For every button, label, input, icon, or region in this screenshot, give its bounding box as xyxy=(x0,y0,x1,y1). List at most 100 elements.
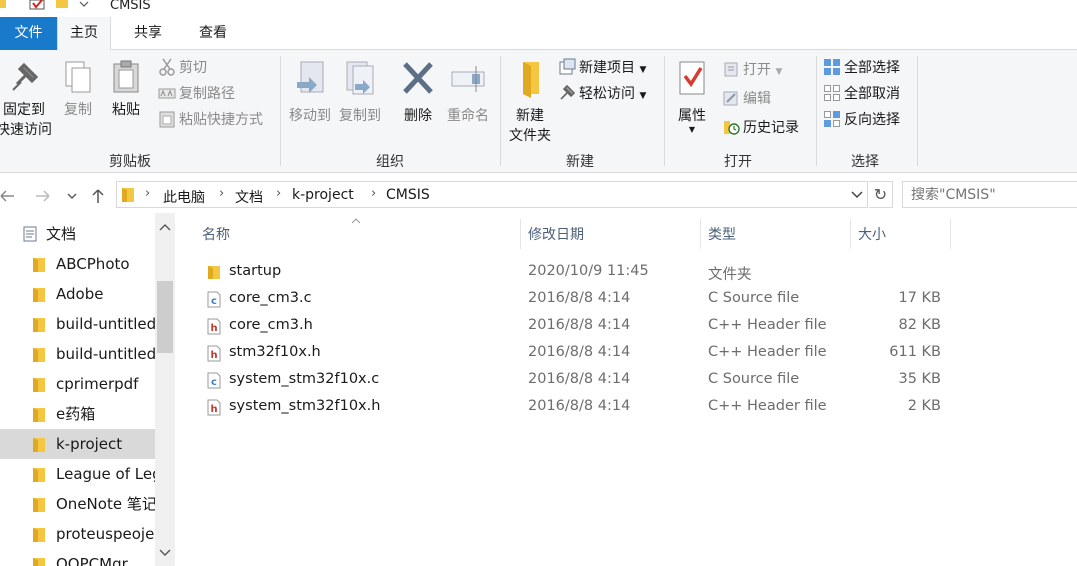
address-history-chevron-down-icon[interactable] xyxy=(851,191,863,199)
select-none-button[interactable]: 全部取消 xyxy=(823,83,900,105)
search-box[interactable] xyxy=(902,181,1077,208)
pin-to-quick-access-button[interactable]: 固定到 快速访问 xyxy=(0,60,54,140)
header-file-icon: h xyxy=(207,318,221,335)
easy-access-dropdown-icon: ▼ xyxy=(639,91,647,101)
rename-icon xyxy=(451,66,485,92)
nav-item-label: e药箱 xyxy=(56,405,96,423)
nav-folder-item[interactable]: build-untitled xyxy=(0,309,155,339)
move-to-button[interactable]: 移动到 xyxy=(286,60,334,126)
navigation-pane: 文档 ABCPhoto Adobe build-untitled build-unti… xyxy=(0,213,175,566)
file-name: core_cm3.c xyxy=(229,290,312,306)
nav-folder-item[interactable]: k-project xyxy=(0,429,155,459)
history-button[interactable]: 历史记录 xyxy=(722,117,799,139)
file-size: 35 KB xyxy=(898,371,941,387)
rename-button[interactable]: 重命名 xyxy=(444,60,492,126)
new-group-label: 新建 xyxy=(566,154,594,170)
file-date: 2020/10/9 11:45 xyxy=(528,263,649,279)
delete-button[interactable]: 删除 xyxy=(396,60,440,126)
breadcrumb-this-pc[interactable]: 此电脑 xyxy=(163,187,205,207)
file-row[interactable]: h system_stm32f10x.h 2016/8/8 4:14 C++ Head… xyxy=(203,394,963,421)
nav-item-label: k-project xyxy=(56,435,123,453)
column-header-size[interactable]: 大小 xyxy=(858,223,886,249)
new-item-button[interactable]: 新建项目 ▼ xyxy=(558,57,646,79)
file-row[interactable]: c core_cm3.c 2016/8/8 4:14 C Source file 17 … xyxy=(203,286,963,313)
nav-scroll-thumb[interactable] xyxy=(157,281,173,353)
scroll-up-icon[interactable] xyxy=(159,223,171,231)
file-row[interactable]: h stm32f10x.h 2016/8/8 4:14 C++ Header file… xyxy=(203,340,963,367)
file-type: 文件夹 xyxy=(708,267,752,283)
column-header-date[interactable]: 修改日期 xyxy=(528,223,584,249)
breadcrumb-chevron-icon: › xyxy=(145,186,151,201)
invert-selection-button[interactable]: 反向选择 xyxy=(823,109,900,131)
paste-shortcut-button[interactable]: 粘贴快捷方式 xyxy=(158,109,263,131)
file-row[interactable]: startup 2020/10/9 11:45 文件夹 xyxy=(203,259,963,286)
nav-folder-item[interactable]: build-untitled xyxy=(0,339,155,369)
chevron-down-icon xyxy=(79,1,89,7)
file-row[interactable]: c system_stm32f10x.c 2016/8/8 4:14 C Source… xyxy=(203,367,963,394)
copy-to-button[interactable]: 复制到 xyxy=(336,60,384,126)
properties-button[interactable]: 属性 ▼ xyxy=(670,60,714,134)
open-button[interactable]: 打开 ▼ xyxy=(722,59,782,81)
nav-folder-item[interactable]: Adobe xyxy=(0,279,155,309)
tab-file[interactable]: 文件 xyxy=(0,17,57,50)
column-divider[interactable] xyxy=(850,219,851,249)
folder-icon xyxy=(33,318,45,332)
window-title: CMSIS xyxy=(110,0,151,13)
paste-button[interactable]: 粘贴 xyxy=(106,60,146,120)
copy-button[interactable]: 复制 xyxy=(58,60,98,120)
nav-folder-item[interactable]: ABCPhoto xyxy=(0,249,155,279)
file-date: 2016/8/8 4:14 xyxy=(528,344,631,360)
address-bar[interactable]: › 此电脑 › 文档 › k-project › CMSIS xyxy=(116,181,868,208)
nav-folder-item[interactable]: QQPCMgr xyxy=(0,549,155,566)
folder-icon xyxy=(208,266,220,279)
properties-check-icon xyxy=(679,61,705,95)
nav-scrollbar[interactable] xyxy=(155,213,175,566)
new-folder-button[interactable]: 新建 文件夹 xyxy=(506,60,554,146)
tab-home[interactable]: 主页 xyxy=(57,17,111,51)
new-folder-icon xyxy=(523,62,539,98)
nav-documents[interactable]: 文档 xyxy=(0,219,155,249)
invert-selection-icon xyxy=(824,111,840,127)
nav-folder-item[interactable]: League of Leg xyxy=(0,459,155,489)
file-size: 2 KB xyxy=(907,398,941,414)
nav-item-label: 文档 xyxy=(46,225,77,243)
breadcrumb-cmsis[interactable]: CMSIS xyxy=(386,187,430,203)
tab-view[interactable]: 查看 xyxy=(184,17,242,50)
folder-icon xyxy=(33,348,45,362)
easy-access-button[interactable]: 轻松访问 ▼ xyxy=(558,83,646,105)
copy-path-button[interactable]: 复制路径 xyxy=(158,83,235,105)
nav-folder-item[interactable]: cprimerpdf xyxy=(0,369,155,399)
nav-item-label: Adobe xyxy=(56,285,104,303)
column-header-type[interactable]: 类型 xyxy=(708,223,736,249)
svg-text:h: h xyxy=(210,323,217,334)
header-file-icon: h xyxy=(207,399,221,416)
refresh-button[interactable]: ↻ xyxy=(869,181,893,208)
nav-item-label: build-untitled xyxy=(56,345,155,363)
cut-button[interactable]: 剪切 xyxy=(158,57,207,79)
up-arrow-icon xyxy=(92,189,104,203)
open-group-label: 打开 xyxy=(724,154,752,170)
scroll-down-icon[interactable] xyxy=(159,549,171,557)
file-type: C Source file xyxy=(708,371,800,387)
group-divider xyxy=(500,56,501,166)
search-input[interactable] xyxy=(903,182,1073,207)
column-divider[interactable] xyxy=(950,219,951,249)
nav-folder-item[interactable]: e药箱 xyxy=(0,399,155,429)
tab-share[interactable]: 共享 xyxy=(120,17,176,50)
nav-folder-item[interactable]: OneNote 笔记 xyxy=(0,489,155,519)
breadcrumb-documents[interactable]: 文档 xyxy=(235,187,263,207)
select-all-button[interactable]: 全部选择 xyxy=(823,57,900,79)
c-source-file-icon: c xyxy=(207,291,221,308)
column-divider[interactable] xyxy=(700,219,701,249)
nav-folder-item[interactable]: proteuspeoje xyxy=(0,519,155,549)
file-date: 2016/8/8 4:14 xyxy=(528,290,631,306)
easy-access-icon xyxy=(560,84,576,100)
file-row[interactable]: h core_cm3.h 2016/8/8 4:14 C++ Header file 8… xyxy=(203,313,963,340)
move-to-icon xyxy=(297,61,324,93)
edit-button[interactable]: 编辑 xyxy=(722,88,771,110)
column-header-name[interactable]: 名称 xyxy=(202,223,230,249)
column-divider[interactable] xyxy=(520,219,521,249)
breadcrumb-k-project[interactable]: k-project xyxy=(292,187,354,203)
pin-icon xyxy=(12,62,39,91)
ribbon: 固定到 快速访问 复制 粘贴 剪切 复制路径 粘贴快捷方式 剪贴板 移动到 复制… xyxy=(0,50,1077,173)
